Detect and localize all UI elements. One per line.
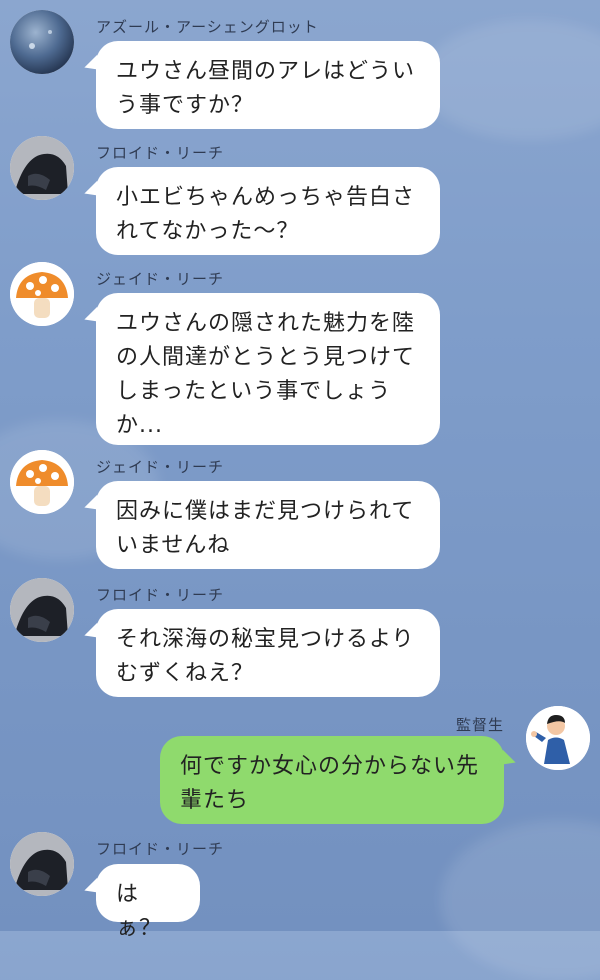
sender-name: フロイド・リーチ <box>96 586 225 604</box>
message-bubble[interactable]: 小エビちゃんめっちゃ告白さ れてなかった〜？ <box>96 167 440 255</box>
sender-name: ジェイド・リーチ <box>96 270 225 288</box>
message-bubble[interactable]: ユウさんの隠された魅力を陸 の人間達がとうとう見つけて しまったという事でしょう… <box>96 293 440 445</box>
message-bubble[interactable]: ユウさん昼間のアレはどうい う事ですか？ <box>96 41 440 129</box>
sender-name: 監督生 <box>455 716 504 734</box>
mushroom-avatar[interactable] <box>10 450 74 514</box>
mushroom-avatar[interactable] <box>10 262 74 326</box>
sender-name: フロイド・リーチ <box>96 840 225 858</box>
dark-character-avatar[interactable] <box>10 136 74 200</box>
sender-name: ジェイド・リーチ <box>96 458 225 476</box>
message-bubble[interactable]: 因みに僕はまだ見つけられて いませんね <box>96 481 440 569</box>
person-avatar[interactable] <box>526 706 590 770</box>
sender-name: フロイド・リーチ <box>96 144 225 162</box>
dark-orb-avatar[interactable] <box>10 10 74 74</box>
sender-name: アズール・アーシェングロット <box>96 18 319 36</box>
message-bubble-outgoing[interactable]: 何ですか女心の分からない先 輩たち <box>160 736 504 824</box>
chat-thread: アズール・アーシェングロット ユウさん昼間のアレはどうい う事ですか？ フロイド… <box>0 0 600 941</box>
dark-character-avatar[interactable] <box>10 832 74 896</box>
message-bubble[interactable]: はぁ？ <box>96 864 200 941</box>
message-bubble[interactable]: それ深海の秘宝見つけるより むずくねえ？ <box>96 609 440 697</box>
dark-character-avatar[interactable] <box>10 578 74 642</box>
